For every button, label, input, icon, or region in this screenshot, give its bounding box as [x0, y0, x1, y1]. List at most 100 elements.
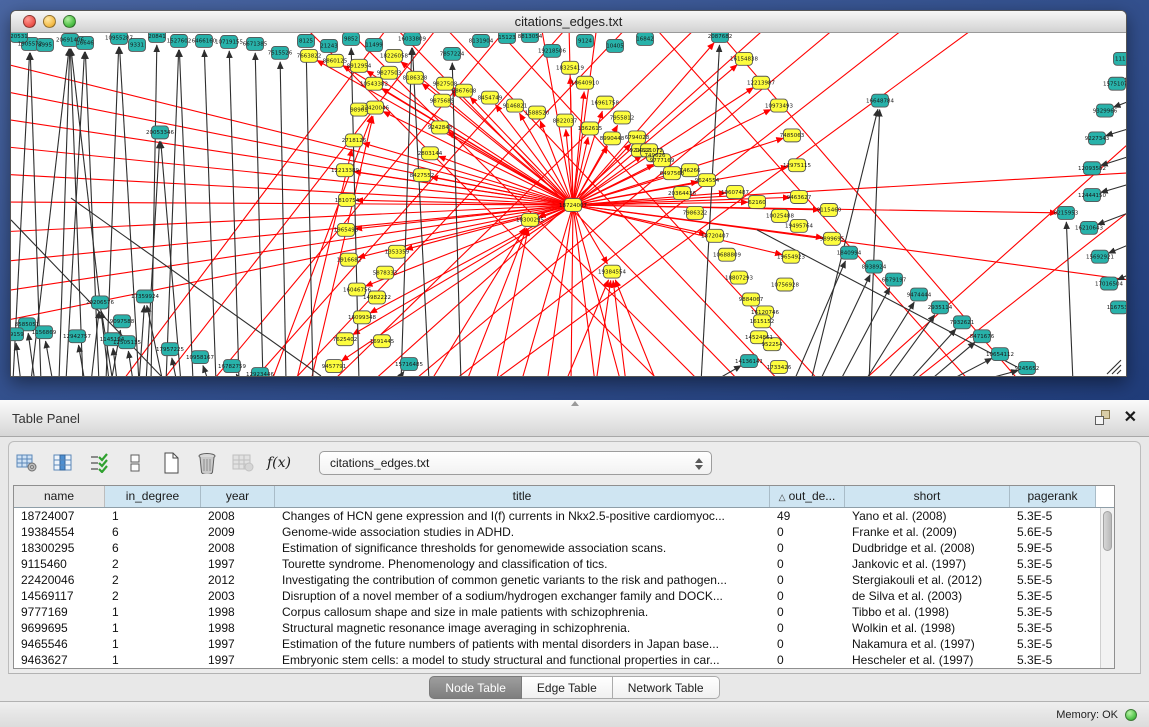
table-cell[interactable]: 14569117: [14, 588, 105, 604]
table-cell[interactable]: 2003: [201, 588, 275, 604]
table-cell[interactable]: 5.6E-5: [1010, 524, 1096, 540]
select-rows-button[interactable]: [87, 451, 111, 475]
table-cell[interactable]: 1997: [201, 636, 275, 652]
table-cell[interactable]: 2: [105, 588, 201, 604]
table-cell[interactable]: 0: [770, 556, 845, 572]
table-cell[interactable]: 6: [105, 540, 201, 556]
function-builder-button[interactable]: f(x): [267, 451, 291, 475]
table-cell[interactable]: 0: [770, 636, 845, 652]
table-cell[interactable]: 0: [770, 620, 845, 636]
table-cell[interactable]: Investigating the contribution of common…: [275, 572, 770, 588]
column-header-year[interactable]: year: [201, 486, 275, 507]
table-cell[interactable]: 22420046: [14, 572, 105, 588]
table-cell[interactable]: 1: [105, 636, 201, 652]
table-cell[interactable]: 49: [770, 508, 845, 524]
table-row[interactable]: 977716911998Corpus callosum shape and si…: [14, 604, 1100, 620]
table-cell[interactable]: 5.3E-5: [1010, 508, 1096, 524]
table-cell[interactable]: 0: [770, 524, 845, 540]
column-header-in-degree[interactable]: in_degree: [105, 486, 201, 507]
table-row[interactable]: 1456911722003Disruption of a novel membe…: [14, 588, 1100, 604]
table-cell[interactable]: 9115460: [14, 556, 105, 572]
new-column-button[interactable]: [159, 451, 183, 475]
table-row[interactable]: 1872400712008Changes of HCN gene express…: [14, 508, 1100, 524]
table-cell[interactable]: Embryonic stem cells: a model to study s…: [275, 652, 770, 668]
delete-table-button[interactable]: [231, 451, 255, 475]
tab-node-table[interactable]: Node Table: [429, 676, 522, 699]
table-cell[interactable]: Dudbridge et al. (2008): [845, 540, 1010, 556]
table-cell[interactable]: 19384554: [14, 524, 105, 540]
panel-splitter-grip[interactable]: [571, 401, 579, 406]
table-cell[interactable]: Tibbo et al. (1998): [845, 604, 1010, 620]
network-graph-area[interactable]: 1872400718300295193845547663822886012589…: [11, 33, 1126, 376]
select-columns-button[interactable]: [51, 451, 75, 475]
tab-network-table[interactable]: Network Table: [613, 676, 720, 699]
table-row[interactable]: 911546021997Tourette syndrome. Phenomeno…: [14, 556, 1100, 572]
table-cell[interactable]: 1: [105, 604, 201, 620]
table-cell[interactable]: 0: [770, 652, 845, 668]
table-cell[interactable]: 9463627: [14, 652, 105, 668]
table-cell[interactable]: 5.3E-5: [1010, 588, 1096, 604]
table-cell[interactable]: 5.3E-5: [1010, 620, 1096, 636]
table-cell[interactable]: 1997: [201, 652, 275, 668]
close-panel-icon[interactable]: ✕: [1124, 410, 1137, 425]
table-cell[interactable]: 0: [770, 540, 845, 556]
table-cell[interactable]: Wolkin et al. (1998): [845, 620, 1010, 636]
table-settings-button[interactable]: [15, 451, 39, 475]
table-cell[interactable]: 5.3E-5: [1010, 604, 1096, 620]
table-cell[interactable]: Genome-wide association studies in ADHD.: [275, 524, 770, 540]
table-scrollbar-thumb[interactable]: [1103, 511, 1112, 551]
table-cell[interactable]: Franke et al. (2009): [845, 524, 1010, 540]
row-height-button[interactable]: [123, 451, 147, 475]
table-cell[interactable]: Estimation of significance thresholds fo…: [275, 540, 770, 556]
table-cell[interactable]: 5.5E-5: [1010, 572, 1096, 588]
table-cell[interactable]: de Silva et al. (2003): [845, 588, 1010, 604]
column-header-short[interactable]: short: [845, 486, 1010, 507]
table-cell[interactable]: 18724007: [14, 508, 105, 524]
table-row[interactable]: 946362711997Embryonic stem cells: a mode…: [14, 652, 1100, 668]
table-cell[interactable]: 2: [105, 556, 201, 572]
table-cell[interactable]: 0: [770, 604, 845, 620]
table-cell[interactable]: 1: [105, 508, 201, 524]
table-cell[interactable]: 9699695: [14, 620, 105, 636]
table-cell[interactable]: 2009: [201, 524, 275, 540]
column-header-pagerank[interactable]: pagerank: [1010, 486, 1096, 507]
table-cell[interactable]: Structural magnetic resonance image aver…: [275, 620, 770, 636]
table-cell[interactable]: Jankovic et al. (1997): [845, 556, 1010, 572]
column-header-name[interactable]: name: [14, 486, 105, 507]
table-cell[interactable]: Nakamura et al. (1997): [845, 636, 1010, 652]
tab-edge-table[interactable]: Edge Table: [522, 676, 613, 699]
table-cell[interactable]: Estimation of the future numbers of pati…: [275, 636, 770, 652]
table-cell[interactable]: 1: [105, 652, 201, 668]
float-panel-icon[interactable]: [1095, 410, 1110, 425]
table-cell[interactable]: Stergiakouli et al. (2012): [845, 572, 1010, 588]
table-cell[interactable]: 18300295: [14, 540, 105, 556]
table-cell[interactable]: Disruption of a novel member of a sodium…: [275, 588, 770, 604]
table-cell[interactable]: 1997: [201, 556, 275, 572]
table-cell[interactable]: 2008: [201, 540, 275, 556]
table-cell[interactable]: 2: [105, 572, 201, 588]
table-cell[interactable]: 5.3E-5: [1010, 556, 1096, 572]
table-cell[interactable]: Hescheler et al. (1997): [845, 652, 1010, 668]
table-cell[interactable]: 0: [770, 572, 845, 588]
table-cell[interactable]: 6: [105, 524, 201, 540]
table-cell[interactable]: Changes of HCN gene expression and I(f) …: [275, 508, 770, 524]
table-row[interactable]: 969969511998Structural magnetic resonanc…: [14, 620, 1100, 636]
table-cell[interactable]: 1998: [201, 620, 275, 636]
table-cell[interactable]: Tourette syndrome. Phenomenology and cla…: [275, 556, 770, 572]
table-source-dropdown[interactable]: citations_edges.txt: [319, 451, 712, 475]
table-cell[interactable]: 5.9E-5: [1010, 540, 1096, 556]
table-cell[interactable]: 2012: [201, 572, 275, 588]
table-scrollbar[interactable]: [1100, 508, 1114, 668]
table-row[interactable]: 1830029562008Estimation of significance …: [14, 540, 1100, 556]
table-row[interactable]: 946554611997Estimation of the future num…: [14, 636, 1100, 652]
table-cell[interactable]: 0: [770, 588, 845, 604]
table-cell[interactable]: Corpus callosum shape and size in male p…: [275, 604, 770, 620]
table-cell[interactable]: 5.3E-5: [1010, 652, 1096, 668]
table-row[interactable]: 1938455462009Genome-wide association stu…: [14, 524, 1100, 540]
table-cell[interactable]: 1998: [201, 604, 275, 620]
table-cell[interactable]: 2008: [201, 508, 275, 524]
table-cell[interactable]: 1: [105, 620, 201, 636]
window-titlebar[interactable]: citations_edges.txt: [11, 11, 1126, 33]
delete-column-button[interactable]: [195, 451, 219, 475]
column-header-out-degree[interactable]: △out_de...: [770, 486, 845, 507]
